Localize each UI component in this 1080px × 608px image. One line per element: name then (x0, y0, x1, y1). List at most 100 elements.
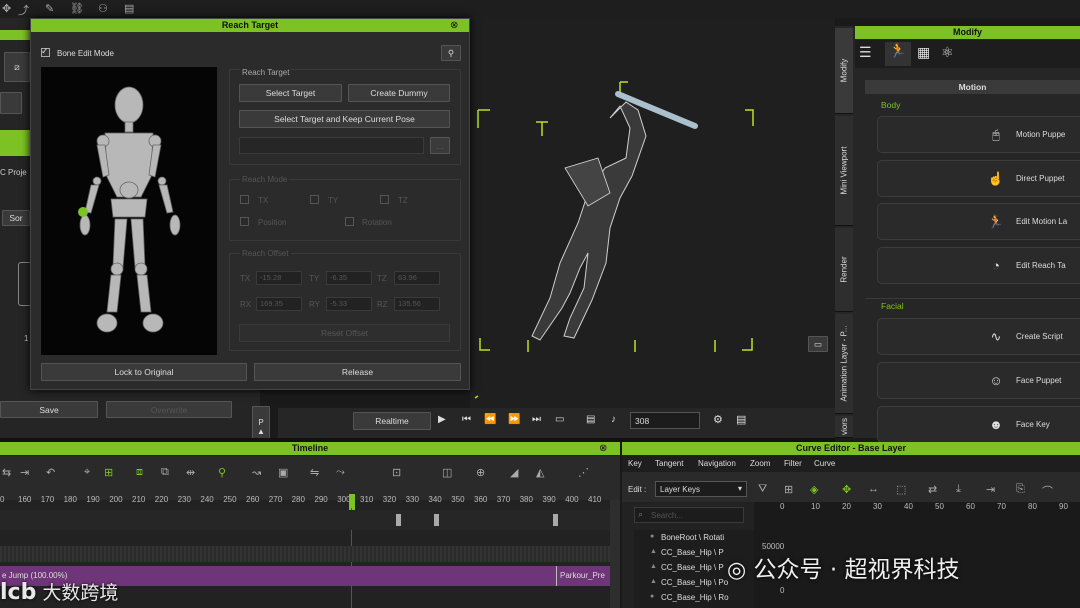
edit-reach-target-button[interactable]: ◔ Edit Reach Ta (877, 247, 1080, 284)
menu-zoom[interactable]: Zoom (750, 459, 770, 468)
timeline-icon[interactable]: ▤ (736, 413, 746, 426)
edit-motion-layer-button[interactable]: 🏃 Edit Motion La (877, 203, 1080, 240)
triangle-alt-icon[interactable]: ◭ (536, 466, 544, 479)
playhead[interactable] (349, 494, 355, 510)
subtitle-icon[interactable]: ▭ (808, 336, 828, 352)
tx-checkbox[interactable] (240, 195, 249, 204)
motion-puppet-button[interactable]: 🖰 Motion Puppe (877, 116, 1080, 153)
create-dummy-button[interactable]: Create Dummy (348, 84, 450, 102)
collect-clip-icon[interactable]: ⇥ (20, 466, 29, 479)
lock-to-original-button[interactable]: Lock to Original (41, 363, 247, 381)
file-icon[interactable]: ▤ (124, 2, 134, 15)
scene-icon[interactable]: ⧄ (4, 52, 30, 82)
tree-item[interactable]: ● CC_Base_Hip \ Ro (634, 593, 754, 606)
tab-modify[interactable]: Modify (835, 28, 853, 114)
undo-icon[interactable]: ↶ (46, 466, 55, 479)
move-icon[interactable]: ✥ (2, 2, 11, 15)
region-icon[interactable]: ⬚ (896, 483, 906, 496)
sliders-icon[interactable]: ☰ (859, 44, 872, 61)
offset-ry-input[interactable]: -5.33 (326, 297, 372, 311)
tz-checkbox[interactable] (380, 195, 389, 204)
subtitle-icon[interactable]: ▤ (586, 414, 595, 425)
tab-render[interactable]: Render (835, 228, 853, 312)
face-puppet-button[interactable]: ☺ Face Puppet (877, 362, 1080, 399)
atom-icon[interactable]: ⚛ (941, 44, 954, 61)
people-icon[interactable]: ⚇ (98, 2, 108, 15)
ease-icon[interactable]: ⋰ (578, 466, 589, 479)
face-key-button[interactable]: ☻ Face Key (877, 406, 1080, 443)
bone-icon[interactable]: ⚲ (441, 45, 461, 61)
realtime-button[interactable]: Realtime (353, 412, 431, 430)
settings-icon[interactable]: ⚙ (713, 413, 723, 426)
close-icon[interactable]: ⊗ (450, 20, 458, 31)
pen-icon[interactable]: ✎ (45, 2, 54, 15)
filter-icon[interactable]: ⛛ (758, 483, 767, 496)
save-button[interactable]: Save (0, 401, 98, 418)
3d-viewport[interactable]: ▭ (470, 18, 835, 408)
prev-key-icon[interactable]: ⏪ (484, 414, 496, 425)
offset-tz-input[interactable]: 63.96 (394, 271, 440, 285)
keyframe[interactable] (553, 514, 558, 526)
triangle-icon[interactable]: ◢ (510, 466, 518, 479)
tangent-icon[interactable]: ⤓ (956, 483, 961, 496)
rotation-checkbox[interactable] (345, 217, 354, 226)
swap-icon[interactable]: ⇄ (928, 483, 937, 496)
key-icon[interactable]: ⌖ (84, 466, 90, 479)
transition-icon[interactable]: ⤳ (336, 466, 345, 479)
menu-navigation[interactable]: Navigation (698, 459, 736, 468)
offset-tx-input[interactable]: -15.28 (256, 271, 302, 285)
curve-search-input[interactable]: Search... (634, 507, 744, 523)
clip-icon[interactable]: ⧈ (136, 466, 143, 479)
tab-mini-viewport[interactable]: Mini Viewport (835, 116, 853, 226)
browse-button[interactable]: … (430, 137, 450, 154)
zoom-icon[interactable]: ⊕ (476, 466, 485, 479)
flip-icon[interactable]: ⇋ (310, 466, 319, 479)
offset-ty-input[interactable]: -6.35 (326, 271, 372, 285)
timeline-close-icon[interactable]: ⊗ (599, 443, 607, 454)
frame-input[interactable]: 308 (630, 412, 700, 429)
curve-shape-icon[interactable]: ⌒ (1042, 483, 1053, 499)
sort-button[interactable]: Sor (2, 210, 30, 226)
keyframe[interactable] (396, 514, 401, 526)
layers-icon[interactable]: ◈ (810, 483, 818, 496)
motion-icon[interactable]: 🏃 (885, 42, 911, 66)
split-icon[interactable]: ◫ (442, 466, 452, 479)
last-frame-icon[interactable]: ⏭ (532, 414, 541, 425)
timeline-scrollbar[interactable] (610, 500, 620, 608)
menu-curve[interactable]: Curve (814, 459, 835, 468)
move-key-icon[interactable]: ✥ (842, 483, 851, 496)
next-key-icon[interactable]: ⏩ (508, 414, 520, 425)
scale-key-icon[interactable]: ↔ (868, 483, 879, 495)
hierarchy-icon[interactable]: ⊞ (784, 483, 793, 496)
offset-rx-input[interactable]: 169.35 (256, 297, 302, 311)
body-figure[interactable] (41, 67, 217, 355)
create-script-button[interactable]: ∿ Create Script (877, 318, 1080, 355)
edit-mode-select[interactable]: Layer Keys (655, 481, 747, 497)
first-frame-icon[interactable]: ⏮ (462, 414, 471, 425)
tab-animation-layer[interactable]: Animation Layer - P... (835, 314, 853, 414)
audio-icon[interactable]: ♪ (611, 414, 616, 425)
select-keep-pose-button[interactable]: Select Target and Keep Current Pose (239, 110, 450, 128)
menu-filter[interactable]: Filter (784, 459, 802, 468)
offset-rz-input[interactable]: 135.56 (394, 297, 440, 311)
loop-icon[interactable]: ▭ (555, 414, 564, 425)
position-checkbox[interactable] (240, 217, 249, 226)
speed-icon[interactable]: ⇹ (186, 466, 195, 479)
add-key-icon[interactable]: ⊞ (104, 466, 113, 479)
checker-icon[interactable]: ▦ (917, 44, 930, 61)
tab-behaviors[interactable]: viors (835, 416, 853, 438)
flatten-icon[interactable]: ⇥ (986, 483, 995, 496)
keyframe[interactable] (434, 514, 439, 526)
insert-icon[interactable]: ⊡ (392, 466, 401, 479)
motion-clip-2[interactable]: Parkour_Pre (556, 566, 610, 586)
direct-puppet-button[interactable]: ☝ Direct Puppet (877, 160, 1080, 197)
play-icon[interactable]: ▶ (438, 414, 446, 425)
overwrite-button[interactable]: Overwrite (106, 401, 232, 418)
target-name-field[interactable] (239, 137, 424, 154)
copy-icon[interactable]: ⎘ (1016, 483, 1025, 496)
menu-key[interactable]: Key (628, 459, 642, 468)
save-icon[interactable]: ▣ (278, 466, 288, 479)
reset-offset-button[interactable]: Reset Offset (239, 324, 450, 342)
link-icon[interactable]: ⛓ (70, 2, 84, 15)
break-icon[interactable]: ⧉ (161, 466, 169, 479)
